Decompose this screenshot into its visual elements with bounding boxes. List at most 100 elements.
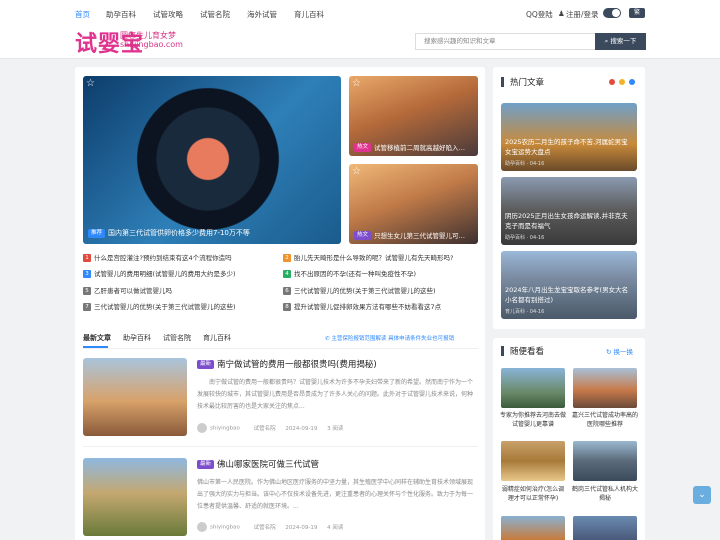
tab-fertility-wiki[interactable]: 助孕百科 [123, 333, 151, 343]
hot-article-card[interactable]: 阴历2025正月出生女孩命运解读,并非克夫克子而是有福气 助孕百科 · 04-1… [501, 177, 637, 245]
nav-fertility-wiki[interactable]: 助孕百科 [106, 9, 136, 20]
post-title-text: 佛山哪家医院可做三代试管 [217, 460, 320, 470]
quick-link-4[interactable]: 4 找不出原因的不孕(还有一种叫免疫性不孕) [283, 268, 416, 278]
post-date: 2024-09-19 [285, 425, 318, 432]
favorite-star-icon[interactable]: ☆ [86, 79, 95, 89]
qq-login-link[interactable]: QQ登陆 [526, 9, 553, 20]
hot-article-title: 2025农历二月生的孩子命不苦,河属蛇男宝女宝运势大盘点 [505, 138, 628, 156]
random-article-title[interactable]: 专家为你推荐去河南去做试管婴儿更靠谱 [499, 411, 567, 429]
logo-domain: shiyingbao.com [120, 40, 183, 49]
quick-link-text: 乙肝患者可以做试管婴儿吗 [94, 287, 172, 295]
featured-side2-title[interactable]: 只想生女儿第三代试管婴儿可… [374, 230, 476, 240]
featured-main-slide[interactable]: ☆ 推荐 国内第三代试管供卵价格多少费用7-10万不等 [83, 76, 341, 244]
hot-article-title: 阴历2025正月出生女孩命运解读,并非克夫克子而是有福气 [505, 212, 628, 230]
featured-side-slide-2[interactable]: ☆ 热文 只想生女儿第三代试管婴儿可… [349, 164, 478, 244]
dark-mode-toggle[interactable] [603, 8, 621, 18]
favorite-star-icon[interactable]: ☆ [352, 167, 361, 177]
post-thumbnail[interactable] [83, 458, 187, 536]
section-marker [501, 346, 504, 356]
quick-link-2[interactable]: 2 胎儿先天畸形是什么导致的呢？试管婴儿有先天畸形吗? [283, 252, 453, 262]
post-tag: 最新 [197, 360, 215, 369]
post-title[interactable]: 最新 南宁做试管的费用一般都很贵吗(费用揭秘) [197, 358, 377, 370]
notice-link[interactable]: ✆ 主营保险报销范围解读 具体申请条件失业也可报销 [325, 334, 454, 342]
lang-switch-button[interactable]: 繁 [629, 8, 645, 18]
dot-yellow-icon [619, 79, 625, 85]
quick-link-text: 提升试管婴儿促排卵效果方法有哪些不妨看看这7点 [294, 303, 442, 311]
register-login-link[interactable]: 注册/登录 [566, 9, 599, 20]
nav-parenting-wiki[interactable]: 育儿百科 [294, 9, 324, 20]
featured-main-title[interactable]: 国内第三代试管供卵价格多少费用7-10万不等 [108, 228, 338, 238]
post-excerpt: 南宁做试管的费用一般都很贵吗？试管婴儿技术为许多不孕夫妇带来了新的希望。然而南宁… [197, 379, 474, 410]
random-article-thumb[interactable] [501, 368, 565, 408]
tab-divider [83, 348, 478, 349]
featured-side-slide-1[interactable]: ☆ 热文 试管移植前二周就高越好陷入… [349, 76, 478, 156]
rank-badge: 1 [83, 254, 91, 262]
nav-overseas-ivf[interactable]: 海外试管 [247, 9, 277, 20]
post-category[interactable]: 试管名院 [254, 426, 276, 432]
post-thumbnail[interactable] [83, 358, 187, 436]
tab-latest[interactable]: 最新文章 [83, 333, 111, 343]
search-button-label: 搜索一下 [610, 37, 637, 45]
quick-link-1[interactable]: 1 什么是宫腔灌注?预约到结束有这4个流程你造吗 [83, 252, 232, 262]
post-category[interactable]: 试管名院 [254, 525, 276, 531]
random-article-title[interactable]: 鹤岗三代试管私人机构大揭秘 [571, 485, 639, 503]
featured-side2-badge: 热文 [354, 231, 372, 240]
section-marker [501, 77, 504, 87]
rank-badge: 3 [83, 270, 91, 278]
fetus-clock-image [123, 84, 293, 234]
author-avatar [197, 522, 207, 532]
top-nav: 首页 助孕百科 试管攻略 试管名院 海外试管 育儿百科 QQ登陆 ♟ 注册/登录… [0, 0, 720, 27]
random-article-thumb[interactable] [573, 368, 637, 408]
post-views: 3 阅读 [327, 425, 344, 432]
post-views: 4 阅读 [327, 524, 344, 531]
rank-badge: 6 [283, 287, 291, 295]
nav-ivf-guide[interactable]: 试管攻略 [153, 9, 183, 20]
random-article-title[interactable]: 弱精症如何治疗(怎么调理才可以正常怀孕) [499, 485, 567, 503]
random-article-thumb[interactable] [501, 516, 565, 540]
tab-ivf-hospitals[interactable]: 试管名院 [163, 333, 191, 343]
refresh-button[interactable]: ↻ 换一换 [606, 346, 633, 356]
post-meta: shiyingbao 试管名院 2024-09-19 3 阅读 [197, 423, 343, 433]
featured-side1-title[interactable]: 试管移植前二周就高越好陷入… [374, 142, 476, 152]
user-icon[interactable]: ♟ [558, 9, 565, 18]
author-avatar [197, 423, 207, 433]
post-title-text: 南宁做试管的费用一般都很贵吗(费用揭秘) [217, 360, 377, 370]
post-date: 2024-09-19 [285, 524, 318, 531]
refresh-icon: ↻ [606, 348, 612, 356]
quick-link-text: 什么是宫腔灌注?预约到结束有这4个流程你造吗 [94, 254, 232, 262]
chevron-down-icon[interactable]: ⌄ [693, 486, 711, 504]
quick-link-3[interactable]: 3 试管婴儿的费用明细(试管婴儿的费用大约是多少) [83, 268, 236, 278]
quick-link-6[interactable]: 6 三代试管婴儿的优势(关于第三代试管婴儿的这些) [283, 285, 436, 295]
refresh-label: 换一换 [613, 348, 634, 356]
favorite-star-icon[interactable]: ☆ [352, 79, 361, 89]
post-excerpt: 佛山市第一人民医院。作为佛山地区医疗服务的中坚力量，其生殖医学中心同样在辅助生育… [197, 479, 474, 510]
nav-ivf-hospitals[interactable]: 试管名院 [200, 9, 230, 20]
quick-link-5[interactable]: 5 乙肝患者可以做试管婴儿吗 [83, 285, 172, 295]
hot-article-meta: 助孕百科 · 04-16 [505, 161, 545, 167]
post-title[interactable]: 最新 佛山哪家医院可做三代试管 [197, 458, 319, 470]
quick-link-8[interactable]: 8 提升试管婴儿促排卵效果方法有哪些不妨看看这7点 [283, 301, 441, 311]
quick-link-text: 找不出原因的不孕(还有一种叫免疫性不孕) [294, 270, 417, 278]
hot-article-card[interactable]: 2025农历二月生的孩子命不苦,河属蛇男宝女宝运势大盘点 助孕百科 · 04-1… [501, 103, 637, 171]
quick-link-7[interactable]: 7 三代试管婴儿的优势(关于第三代试管婴儿的这些) [83, 301, 236, 311]
random-title: 随便看看 [510, 347, 545, 357]
post-meta: shiyingbao 试管名院 2024-09-19 4 阅读 [197, 522, 343, 532]
rank-badge: 8 [283, 303, 291, 311]
hot-articles-title: 热门文章 [510, 78, 545, 88]
dot-blue-icon [629, 79, 635, 85]
notice-text: 主营保险报销范围解读 具体申请条件失业也可报销 [331, 336, 455, 342]
nav-home[interactable]: 首页 [75, 9, 90, 20]
rank-badge: 7 [83, 303, 91, 311]
rank-badge: 4 [283, 270, 291, 278]
random-article-thumb[interactable] [573, 441, 637, 481]
post-author[interactable]: shiyingbao [210, 525, 240, 531]
search-input[interactable]: 搜索感兴趣的知识和文章 [415, 33, 595, 50]
random-article-thumb[interactable] [573, 516, 637, 540]
post-author[interactable]: shiyingbao [210, 426, 240, 432]
tab-parenting-wiki[interactable]: 育儿百科 [203, 333, 231, 343]
random-article-thumb[interactable] [501, 441, 565, 481]
random-article-title[interactable]: 嘉兴三代试管成功率高的医院哪些推荐 [571, 411, 639, 429]
search-button[interactable]: ⌕ 搜索一下 [595, 33, 646, 50]
hot-article-card[interactable]: 2024年八月出生龙宝宝取名参考(男女大名小名都有别搭过) 育儿百科 · 04-… [501, 251, 637, 319]
post-tag: 最新 [197, 460, 215, 469]
